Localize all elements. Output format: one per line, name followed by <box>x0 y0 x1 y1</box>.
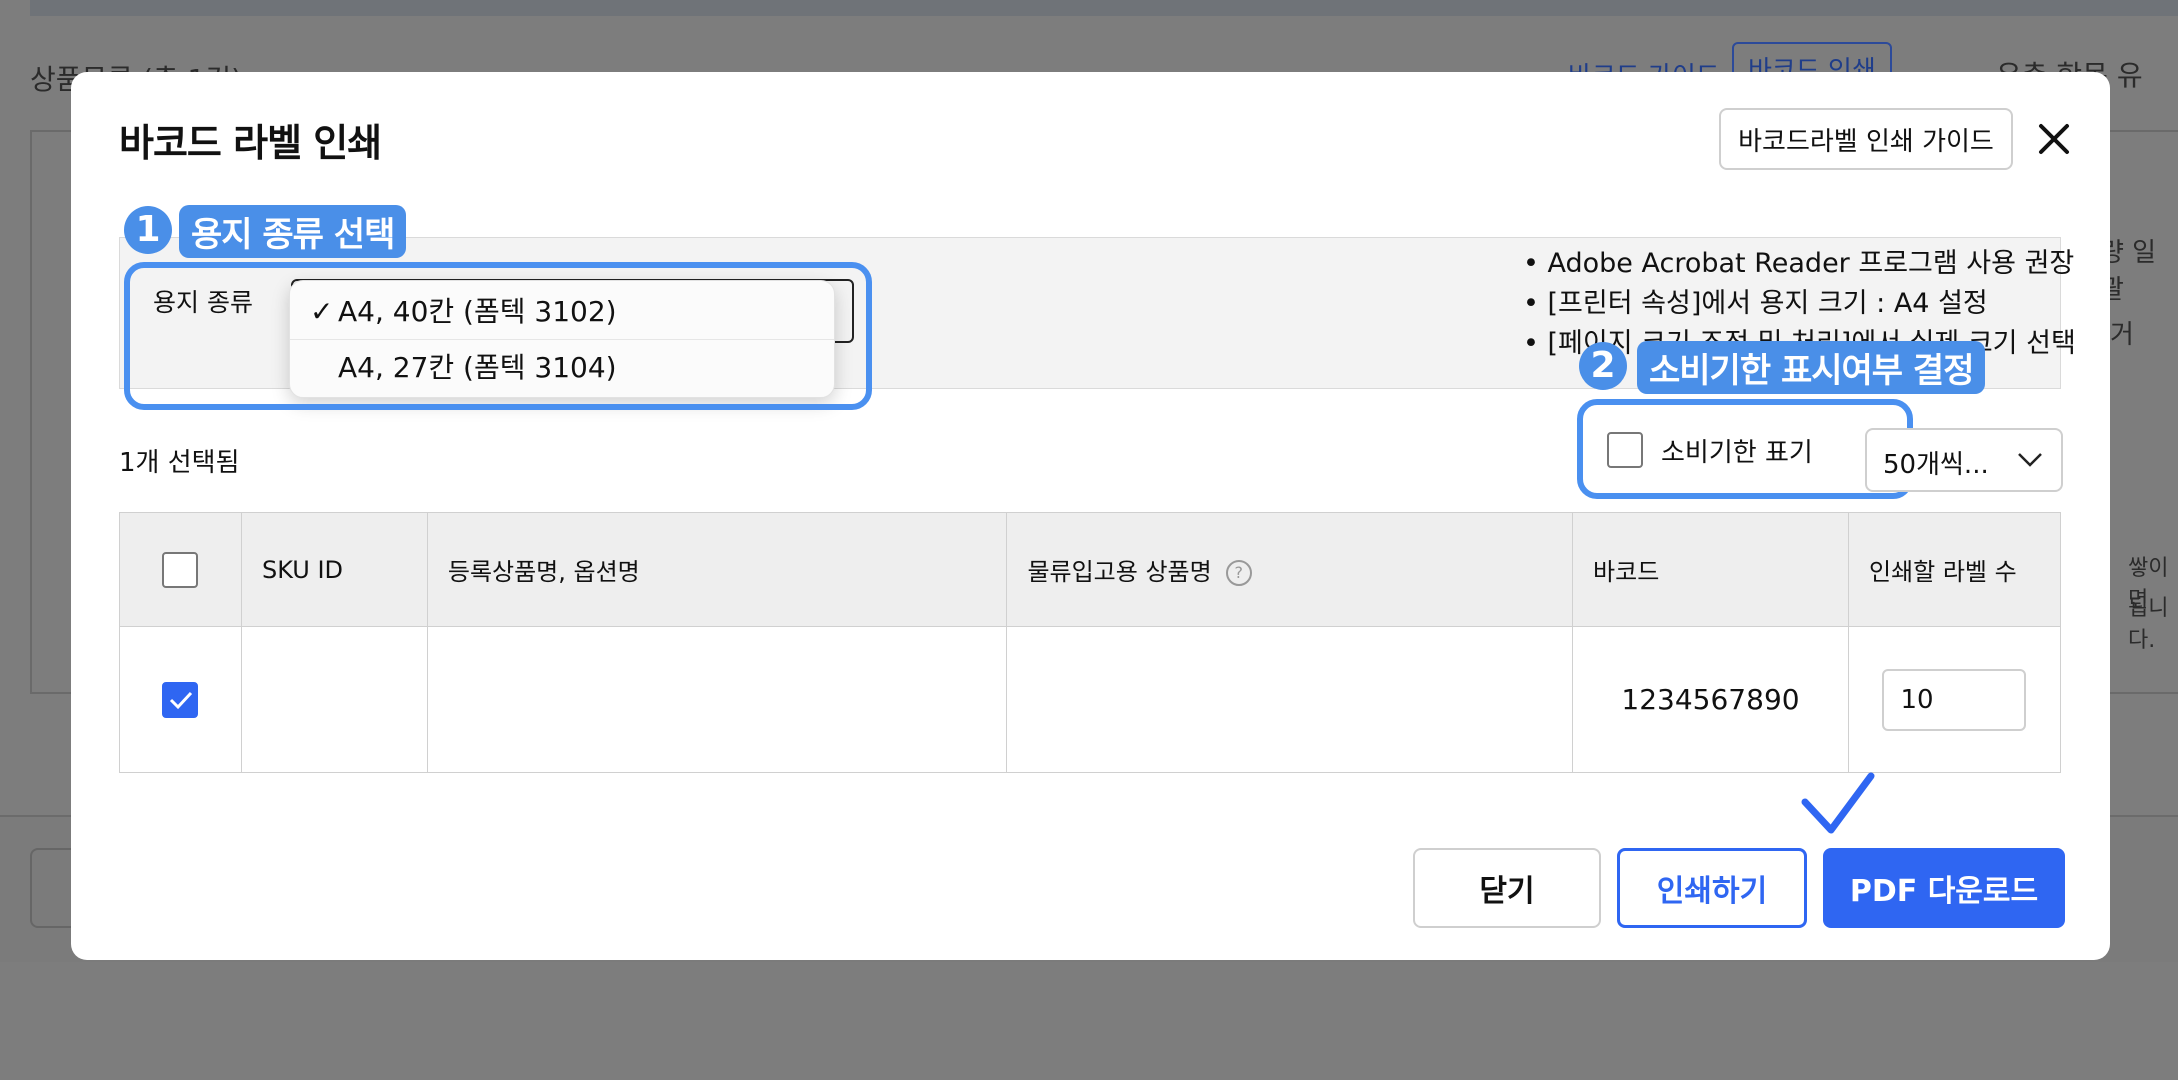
table-row: 1234567890 <box>119 626 2062 773</box>
background-right-note-2: 됩니다. <box>2128 596 2169 653</box>
page-size-select[interactable]: 50개씩... <box>1865 428 2063 492</box>
step2-badge: 소비기한 표시여부 결정 <box>1637 341 1986 394</box>
header-product-name: 등록상품명, 옵션명 <box>426 512 1008 627</box>
row-checkbox[interactable] <box>162 681 199 718</box>
cell-logistics-name <box>1006 626 1574 773</box>
header-sku-id: SKU ID <box>240 512 428 627</box>
header-label-count: 인쇄할 라벨 수 <box>1847 512 2062 627</box>
chevron-down-icon <box>2018 453 2042 467</box>
print-button[interactable]: 인쇄하기 <box>1617 848 1807 928</box>
background-right-button[interactable]: 거 <box>2110 314 2134 351</box>
barcode-label-guide-button[interactable]: 바코드라벨 인쇄 가이드 <box>1719 108 2013 170</box>
select-all-header <box>119 512 242 627</box>
modal-title: 바코드 라벨 인쇄 <box>119 121 382 165</box>
check-icon <box>170 691 193 709</box>
header-logistics-name: 물류입고용 상품명? <box>1006 512 1574 627</box>
cell-barcode: 1234567890 <box>1572 626 1849 773</box>
header-logistics-name-text: 물류입고용 상품명 <box>1027 558 1212 586</box>
expiry-checkbox[interactable] <box>1607 432 1643 468</box>
cell-label-count <box>1847 626 2062 773</box>
table-header-row: SKU ID 등록상품명, 옵션명 물류입고용 상품명? 바코드 인쇄할 라벨 … <box>119 512 2062 627</box>
step1-number: 1 <box>124 206 172 254</box>
label-count-input[interactable] <box>1882 668 2027 731</box>
pdf-download-button[interactable]: PDF 다운로드 <box>1823 848 2065 928</box>
step1-highlight <box>124 262 872 410</box>
close-icon[interactable] <box>2031 116 2077 162</box>
help-icon[interactable]: ? <box>1225 560 1252 586</box>
page-size-value: 50개씩... <box>1883 450 1989 480</box>
step1-badge: 용지 종류 선택 <box>179 205 407 258</box>
background-header-bar <box>30 0 2178 16</box>
header-barcode: 바코드 <box>1572 512 1849 627</box>
selected-count: 1개 선택됨 <box>119 448 240 478</box>
close-button[interactable]: 닫기 <box>1413 848 1601 928</box>
cell-product-name <box>426 626 1008 773</box>
background-right-text: 량 일괄 <box>2100 238 2157 305</box>
barcode-label-print-modal: 바코드 라벨 인쇄 바코드라벨 인쇄 가이드 용지 종류 ✓ A4, 40칸 (… <box>71 72 2110 960</box>
note-item: Adobe Acrobat Reader 프로그램 사용 권장 <box>1523 244 2076 284</box>
barcode-table: SKU ID 등록상품명, 옵션명 물류입고용 상품명? 바코드 인쇄할 라벨 … <box>119 512 2062 773</box>
select-all-checkbox[interactable] <box>162 551 199 588</box>
expiry-checkbox-label[interactable]: 소비기한 표기 <box>1661 432 1813 469</box>
step2-number: 2 <box>1579 342 1627 390</box>
cell-sku-id <box>240 626 428 773</box>
row-checkbox-cell <box>119 626 242 773</box>
annotation-check-icon <box>1801 772 1875 834</box>
note-item: [프린터 속성]에서 용지 크기 : A4 설정 <box>1523 284 2076 324</box>
